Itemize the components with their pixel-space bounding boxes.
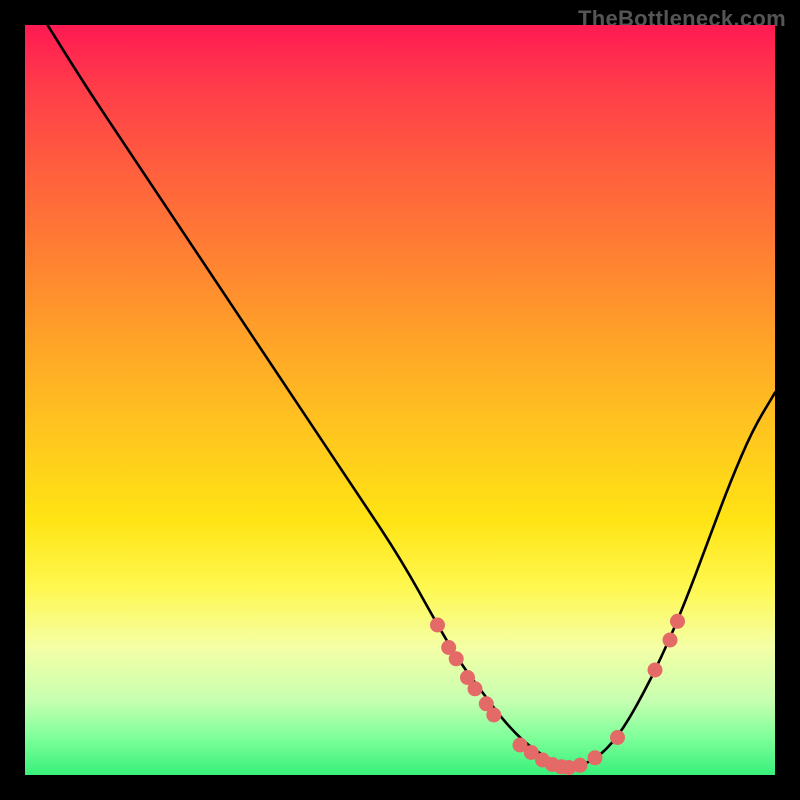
data-points-group (430, 614, 685, 775)
data-point (648, 663, 663, 678)
chart-overlay (25, 25, 775, 775)
data-point (468, 681, 483, 696)
data-point (588, 750, 603, 765)
data-point (663, 633, 678, 648)
data-point (610, 730, 625, 745)
data-point (573, 758, 588, 773)
data-point (430, 618, 445, 633)
data-point (670, 614, 685, 629)
data-point (486, 708, 501, 723)
plot-area (25, 25, 775, 775)
data-point (449, 651, 464, 666)
bottleneck-curve (48, 25, 776, 766)
chart-frame: TheBottleneck.com (0, 0, 800, 800)
